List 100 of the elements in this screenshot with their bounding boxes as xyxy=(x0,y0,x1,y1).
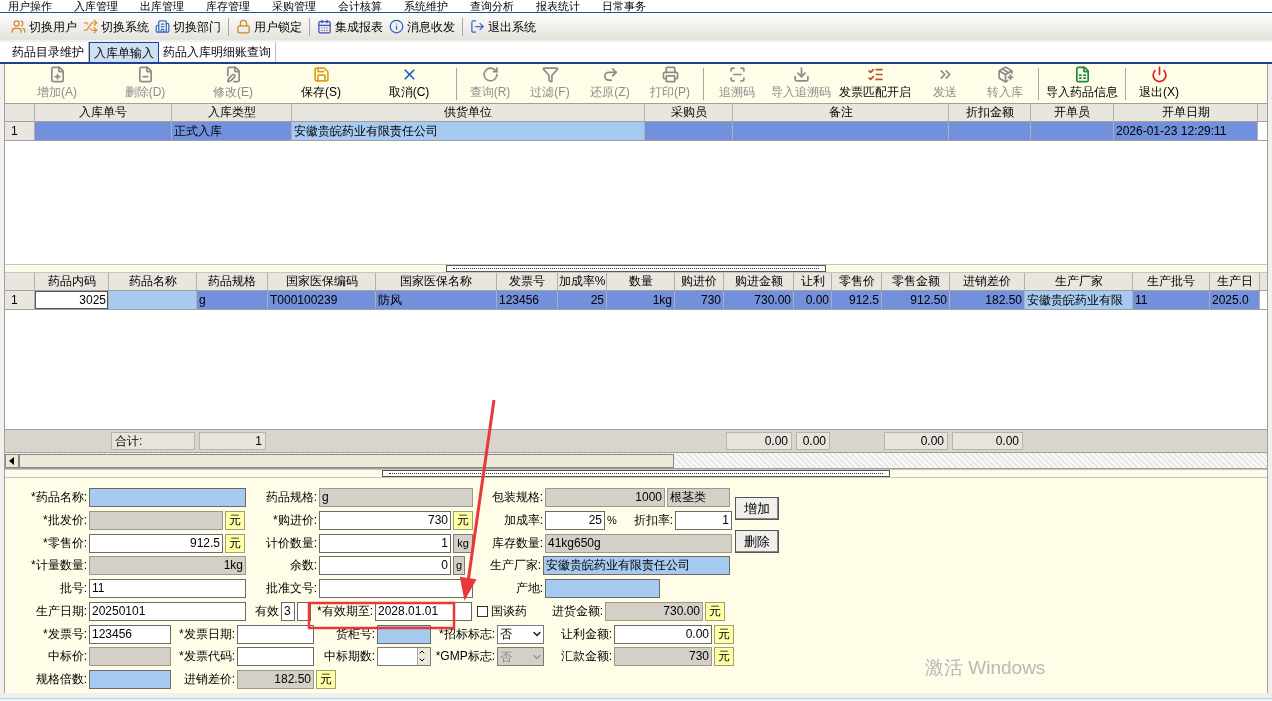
menu-item[interactable]: 用户操作 xyxy=(8,0,52,12)
column-header[interactable]: 数量 xyxy=(607,273,675,290)
input-field[interactable]: 182.50 xyxy=(237,670,314,690)
column-header[interactable]: 零售价 xyxy=(832,273,882,290)
menu-item[interactable]: 系统维护 xyxy=(404,0,448,12)
toolbar-button[interactable]: 用户锁定 xyxy=(233,17,305,36)
menu-item[interactable]: 采购管理 xyxy=(272,0,316,12)
input-field[interactable]: 1kg xyxy=(89,556,246,576)
input-field[interactable] xyxy=(89,647,171,667)
input-field[interactable]: 20250101 xyxy=(89,601,246,621)
save-icon xyxy=(312,66,330,83)
input-field[interactable] xyxy=(237,624,314,644)
input-field[interactable]: 123456 xyxy=(89,624,171,644)
input-field[interactable]: 25 xyxy=(545,510,605,530)
input-field[interactable]: 730 xyxy=(319,510,451,530)
column-header[interactable]: 供货单位 xyxy=(292,104,645,121)
column-header[interactable]: 入库单号 xyxy=(35,104,172,121)
column-header[interactable]: 国家医保编码 xyxy=(268,273,376,290)
menu-item[interactable]: 出库管理 xyxy=(140,0,184,12)
input-field[interactable]: 730.00 xyxy=(605,601,703,621)
unit-tag: 元 xyxy=(225,510,245,530)
input-field[interactable]: 1 xyxy=(319,533,451,553)
input-field[interactable]: 730 xyxy=(614,647,712,667)
column-header[interactable]: 让利 xyxy=(794,273,832,290)
input-field[interactable]: 1000 xyxy=(545,488,665,507)
input-field[interactable]: g xyxy=(319,488,473,507)
field-label: 库存数量: xyxy=(490,534,543,552)
splitter-handle[interactable] xyxy=(382,470,890,477)
column-header[interactable]: 加成率% xyxy=(558,273,607,290)
input-field[interactable] xyxy=(89,510,223,530)
column-header[interactable]: 国家医保名称 xyxy=(376,273,497,290)
table-cell: 912.5 xyxy=(832,291,882,309)
toolbar-button[interactable]: 退出系统 xyxy=(467,17,539,36)
column-header[interactable]: 药品内码 xyxy=(35,273,109,290)
column-header[interactable]: 入库类型 xyxy=(172,104,292,121)
tab[interactable]: 入库单输入 xyxy=(89,42,159,62)
activation-watermark: 激活 Windows xyxy=(925,656,1046,680)
splitter-handle[interactable] xyxy=(446,265,826,272)
column-header[interactable]: 发票号 xyxy=(497,273,558,290)
input-field[interactable]: 安徽贵皖药业有限责任公司 xyxy=(543,556,730,576)
toolbar-button[interactable]: 集成报表 xyxy=(314,17,386,36)
column-header[interactable]: 备注 xyxy=(733,104,949,121)
field-label: 生产日期: xyxy=(34,602,87,620)
input-field[interactable] xyxy=(545,579,660,599)
input-field[interactable] xyxy=(89,670,171,690)
menu-item[interactable]: 会计核算 xyxy=(338,0,382,12)
input-field[interactable]: 3 xyxy=(281,601,295,621)
field-label: 中标价: xyxy=(46,648,87,666)
toolbar-button[interactable]: 切换部门 xyxy=(152,17,224,36)
input-field[interactable]: 根茎类 xyxy=(667,488,730,507)
horizontal-scrollbar[interactable] xyxy=(5,453,1267,469)
toolbar-button[interactable]: 消息收发 xyxy=(386,17,458,36)
column-header[interactable]: 采购员 xyxy=(645,104,733,121)
field-label: *GMP标志: xyxy=(434,648,495,666)
input-field[interactable]: 1 xyxy=(675,510,732,530)
toolbar-button[interactable]: 导入药品信息 xyxy=(1042,66,1122,101)
column-header[interactable]: 药品规格 xyxy=(197,273,268,290)
input-field[interactable]: 11 xyxy=(89,579,246,599)
toolbar-button[interactable]: 取消(C) xyxy=(365,66,453,101)
column-header[interactable]: 生产日 xyxy=(1210,273,1260,290)
checklist-icon xyxy=(866,66,884,83)
column-header[interactable]: 购进价 xyxy=(675,273,724,290)
input-field[interactable]: 0.00 xyxy=(614,624,712,644)
input-field[interactable]: 0 xyxy=(319,556,451,576)
input-field[interactable]: 912.5 xyxy=(89,533,223,553)
input-field[interactable] xyxy=(319,579,473,599)
menu-item[interactable]: 库存管理 xyxy=(206,0,250,12)
column-header[interactable]: 进销差价 xyxy=(950,273,1025,290)
input-field[interactable]: 41kg650g xyxy=(545,533,732,553)
input-field[interactable] xyxy=(89,488,246,507)
column-header[interactable]: 开单日期 xyxy=(1114,104,1258,121)
field-label: 产地: xyxy=(514,580,543,598)
menu-item[interactable]: 查询分析 xyxy=(470,0,514,12)
column-header[interactable]: 开单员 xyxy=(1031,104,1114,121)
form-button[interactable]: 删除 xyxy=(735,530,779,553)
menu-item[interactable]: 入库管理 xyxy=(74,0,118,12)
table-cell: T000100239 xyxy=(268,291,376,309)
left-arrow-icon[interactable] xyxy=(9,456,15,465)
field-label: *批发价: xyxy=(42,511,87,529)
toolbar-button[interactable]: 保存(S) xyxy=(277,66,365,101)
spin-field[interactable] xyxy=(377,647,431,667)
column-header[interactable]: 零售金额 xyxy=(882,273,950,290)
input-field[interactable]: 2028.01.01 xyxy=(375,601,472,621)
toolbar-button[interactable]: 发票匹配开启 xyxy=(835,66,915,101)
column-header[interactable]: 折扣金额 xyxy=(949,104,1031,121)
form-button[interactable]: 增加 xyxy=(735,497,779,520)
dropdown[interactable]: 否 xyxy=(497,624,544,644)
checkbox[interactable]: 国谈药 xyxy=(477,601,535,621)
menu-item[interactable]: 报表统计 xyxy=(536,0,580,12)
toolbar-button[interactable]: 切换系统 xyxy=(80,17,152,36)
unit-tag: kg xyxy=(453,533,473,553)
input-field[interactable] xyxy=(237,647,314,667)
column-header[interactable]: 生产厂家 xyxy=(1025,273,1133,290)
toolbar-button[interactable]: 退出(X) xyxy=(1129,66,1189,101)
filter-icon xyxy=(541,66,559,83)
column-header[interactable]: 生产批号 xyxy=(1133,273,1210,290)
menu-item[interactable]: 日常事务 xyxy=(602,0,646,12)
toolbar-button[interactable]: 切换用户 xyxy=(8,17,80,36)
column-header[interactable]: 药品名称 xyxy=(109,273,197,290)
column-header[interactable]: 购进金额 xyxy=(724,273,794,290)
